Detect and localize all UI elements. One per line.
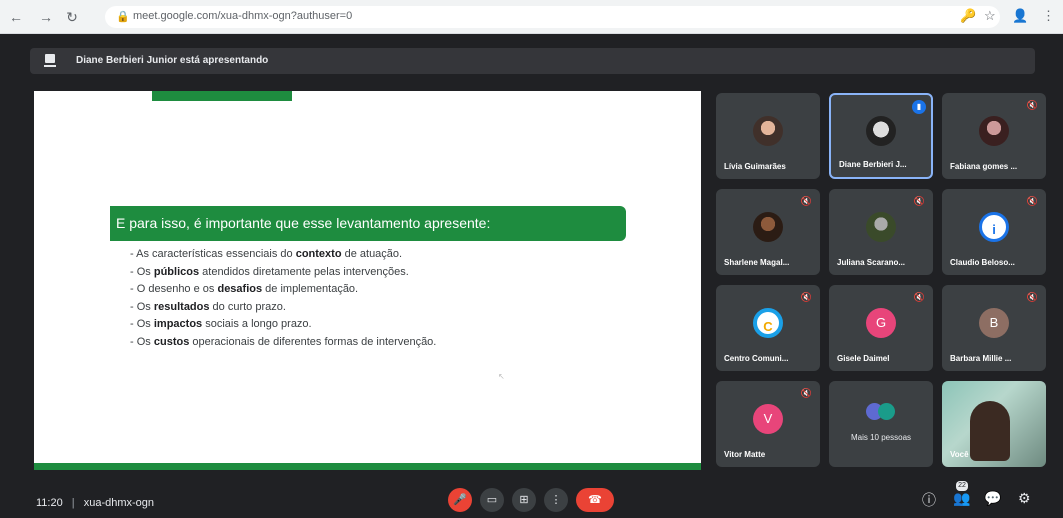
more-people-label: Mais 10 pessoas — [850, 433, 912, 442]
participant-name: Juliana Scarano... — [837, 258, 906, 267]
participant-tile[interactable]: 🔇 G Gisele Daimel — [829, 285, 933, 371]
address-bar[interactable]: 🔒 meet.google.com/xua-dhmx-ogn?authuser=… — [105, 6, 1000, 28]
lock-icon[interactable]: 🔒 — [116, 10, 130, 23]
profile-icon[interactable]: 👤 — [1012, 8, 1028, 24]
participant-name: Sharlene Magal... — [724, 258, 790, 267]
participant-name: Vitor Matte — [724, 450, 766, 459]
self-video — [970, 401, 1010, 461]
participant-tile[interactable]: 🔇 i Claudio Beloso... — [942, 189, 1046, 275]
participant-tile[interactable]: 🔇 C Centro Comuni... — [716, 285, 820, 371]
participant-tile[interactable]: 🔇 B Barbara Millie ... — [942, 285, 1046, 371]
slide-bottom-accent — [34, 463, 701, 470]
participant-name: Centro Comuni... — [724, 354, 789, 363]
mic-off-icon: 🔇 — [913, 196, 925, 206]
more-people-avatar — [878, 403, 895, 420]
meeting-details: 11:20 | xua-dhmx-ogn — [36, 497, 155, 509]
participant-tile[interactable]: 🔇 Juliana Scarano... — [829, 189, 933, 275]
participant-name: Barbara Millie ... — [950, 354, 1012, 363]
clock-time: 11:20 — [36, 497, 63, 509]
mic-off-icon: 🔇 — [800, 388, 812, 398]
url-text[interactable]: meet.google.com/xua-dhmx-ogn?authuser=0 — [133, 10, 352, 22]
participant-avatar: i — [979, 212, 1009, 242]
more-people-avatars — [866, 403, 896, 421]
slide-bullet-list: As características essenciais do context… — [130, 246, 436, 352]
self-name: Você — [950, 450, 969, 459]
participant-avatar — [866, 116, 896, 146]
reload-icon[interactable]: ↻ — [64, 9, 80, 25]
participant-tile[interactable]: 🔇 Sharlene Magal... — [716, 189, 820, 275]
slide-heading: E para isso, é importante que esse levan… — [110, 206, 626, 241]
chat-icon[interactable]: 💬 — [984, 490, 1001, 507]
participant-avatar — [979, 116, 1009, 146]
participant-avatar — [866, 212, 896, 242]
mic-off-icon: 🔇 — [1026, 196, 1038, 206]
participant-name: Gisele Daimel — [837, 354, 890, 363]
slide-bullet: Os custos operacionais de diferentes for… — [130, 334, 437, 352]
speaking-indicator-icon: ▮ — [912, 100, 926, 114]
camera-button[interactable]: ▭ — [480, 488, 504, 512]
activities-icon[interactable]: ⚙ — [1018, 490, 1031, 507]
shared-slide: E para isso, é importante que esse levan… — [34, 91, 701, 470]
slide-bullet: Os resultados do curto prazo. — [130, 299, 436, 317]
participant-avatar: G — [866, 308, 896, 338]
participant-tile-speaking[interactable]: ▮ Diane Berbieri J... — [829, 93, 933, 179]
slide-bullet: Os impactos sociais a longo prazo. — [130, 316, 436, 334]
mic-off-icon: 🔇 — [800, 292, 812, 302]
presenting-text: Diane Berbieri Junior está apresentando — [76, 55, 269, 66]
more-options-button[interactable]: ⋮ — [544, 488, 568, 512]
participant-name: Lívia Guimarães — [724, 162, 786, 171]
end-call-button[interactable]: ☎ — [576, 488, 614, 512]
mouse-cursor-icon: ↖ — [498, 372, 505, 381]
mic-off-icon: 🔇 — [800, 196, 812, 206]
more-people-tile[interactable]: Mais 10 pessoas — [829, 381, 933, 467]
mic-off-icon: 🔇 — [1026, 100, 1038, 110]
participant-avatar: V — [753, 404, 783, 434]
slide-bullet: O desenho e os desafios de implementação… — [130, 281, 436, 299]
participant-avatar — [753, 116, 783, 146]
mic-off-icon: 🔇 — [913, 292, 925, 302]
participant-avatar: B — [979, 308, 1009, 338]
forward-icon[interactable]: → — [38, 9, 54, 25]
participant-name: Claudio Beloso... — [950, 258, 1015, 267]
slide-top-accent — [152, 91, 292, 101]
participant-tile[interactable]: Lívia Guimarães — [716, 93, 820, 179]
present-button[interactable]: ⊞ — [512, 488, 536, 512]
slide-bullet: As características essenciais do context… — [130, 246, 436, 264]
participant-name: Fabiana gomes ... — [950, 162, 1018, 171]
menu-icon[interactable]: ⋮ — [1042, 8, 1055, 24]
presenting-banner: Diane Berbieri Junior está apresentando — [30, 48, 1035, 74]
participant-avatar — [753, 212, 783, 242]
mic-off-icon: 🔇 — [1026, 292, 1038, 302]
participant-tile[interactable]: 🔇 V Vitor Matte — [716, 381, 820, 467]
key-icon[interactable]: 🔑 — [960, 8, 976, 24]
slide-bullet: Os públicos atendidos diretamente pelas … — [130, 264, 436, 282]
present-icon — [44, 54, 56, 68]
meeting-code: xua-dhmx-ogn — [83, 497, 155, 509]
meet-window: ← → ↻ 🔒 meet.google.com/xua-dhmx-ogn?aut… — [0, 0, 1063, 518]
back-icon[interactable]: ← — [8, 9, 24, 25]
browser-toolbar: ← → ↻ 🔒 meet.google.com/xua-dhmx-ogn?aut… — [0, 0, 1063, 34]
participant-name: Diane Berbieri J... — [839, 160, 907, 169]
participant-tile[interactable]: 🔇 Fabiana gomes ... — [942, 93, 1046, 179]
people-icon[interactable]: 👥 — [953, 490, 970, 507]
info-icon[interactable]: ⓘ — [922, 490, 936, 510]
participant-avatar: C — [753, 308, 783, 338]
mic-off-button[interactable]: 🎤 — [448, 488, 472, 512]
self-view-tile[interactable]: Você — [942, 381, 1046, 467]
star-icon[interactable]: ☆ — [984, 8, 996, 24]
